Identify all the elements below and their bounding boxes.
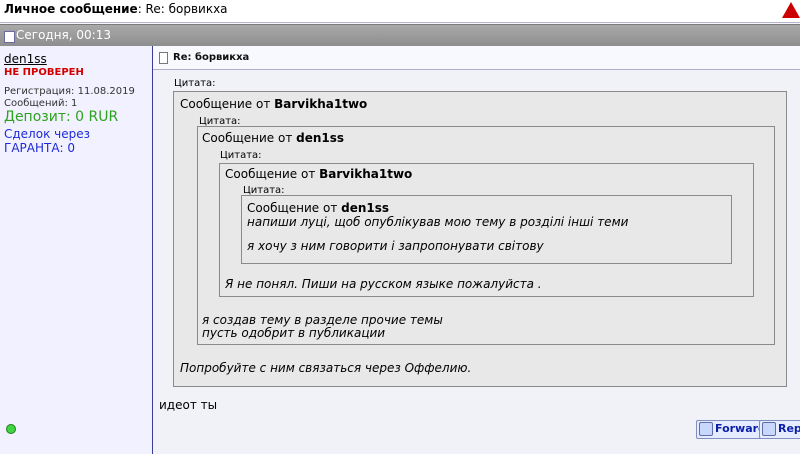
reply-button[interactable]: Reply [759,420,800,439]
reply-icon [762,422,776,436]
quote-text: Попробуйте с ним связаться через Оффелию… [180,361,472,375]
online-status-icon [6,424,16,434]
post-date-bar: Сегодня, 00:13 [0,24,800,47]
quote-header-4: Сообщение от den1ss [247,201,390,215]
post-subject-bar: Re: борвикха [153,46,800,70]
quote-header-3: Сообщение от Barvikha1two [225,167,413,181]
quote-header-1: Сообщение от Barvikha1two [180,97,368,111]
post-content: Re: борвикха Цитата: Сообщение от Barvik… [153,46,800,454]
quote-text: Я не понял. Пиши на русском языке пожалу… [225,277,542,291]
quote-text: напиши луці, щоб опублікував мою тему в … [247,215,629,229]
post-subject: Re: борвикха [173,52,250,63]
post-icon [159,52,168,64]
forward-icon [699,422,713,436]
user-status: НЕ ПРОВЕРЕН [4,67,84,78]
registration-date: Регистрация: 11.08.2019 [4,86,135,97]
user-info-panel: den1ss НЕ ПРОВЕРЕН Регистрация: 11.08.20… [0,46,153,454]
quote-text: я создав тему в разделе прочие темы [202,313,443,327]
quote-label: Цитата: [174,78,216,89]
document-icon [4,31,15,43]
message-count: Сообщений: 1 [4,98,78,109]
window-title-bar: Личное сообщение: Re: борвикха [0,0,800,23]
quote-text: я хочу з ним говорити і запропонувати св… [247,239,544,253]
quote-header-2: Сообщение от den1ss [202,131,345,145]
guarantee-deals: Сделок через ГАРАНТА: 0 [4,127,90,155]
post-date: Сегодня, 00:13 [16,28,111,42]
page-title: Личное сообщение: Re: борвикха [4,2,228,16]
reply-text: идеот ты [159,398,218,412]
quote-text: пусть одобрит в публикации [202,326,386,340]
quote-label: Цитата: [220,150,262,161]
warning-icon[interactable] [782,2,800,18]
username-link[interactable]: den1ss [4,52,47,66]
deposit-value: Депозит: 0 RUR [4,109,119,125]
